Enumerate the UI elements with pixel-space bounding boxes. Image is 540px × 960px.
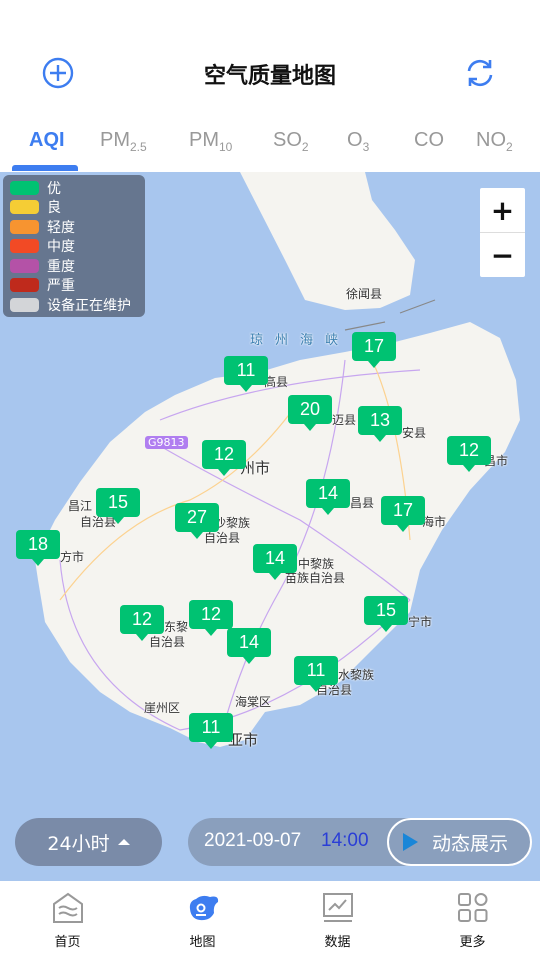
legend-swatch <box>10 278 39 293</box>
legend-swatch <box>10 297 39 312</box>
legend-swatch <box>10 180 39 195</box>
nav-label: 首页 <box>54 935 81 950</box>
play-icon <box>403 833 418 851</box>
map-view[interactable]: 徐闻县 琼州海峡 高县 迈县 安县 G9813 州市 昌市 昌江 自治县 沙黎族… <box>0 172 540 881</box>
sea-label: 琼州海峡 <box>250 333 351 348</box>
place-label: 崖州区 <box>144 701 181 715</box>
legend-label: 轻度 <box>47 219 75 236</box>
aqi-marker[interactable]: 18 <box>16 530 60 566</box>
legend-label: 严重 <box>47 278 75 295</box>
nav-label: 数据 <box>324 935 351 950</box>
chart-icon <box>322 893 353 922</box>
legend-item: 轻度 <box>10 217 145 237</box>
legend-swatch <box>10 239 39 254</box>
tab-aqi[interactable]: AQI <box>29 129 65 152</box>
tab-so2[interactable]: SO2 <box>273 129 309 154</box>
aqi-marker[interactable]: 27 <box>175 503 219 539</box>
aqi-marker[interactable]: 11 <box>294 656 338 692</box>
time-bar[interactable]: 2021-09-07 14:00 动态展示 <box>188 818 532 866</box>
legend-label: 良 <box>47 200 61 217</box>
pollutant-tabs: AQI PM2.5 PM10 SO2 O3 CO NO2 <box>0 115 540 172</box>
place-label: 迈县 <box>332 413 357 427</box>
tab-pm10[interactable]: PM10 <box>189 129 232 154</box>
place-label: 昌江 <box>68 499 93 513</box>
place-label: 海市 <box>422 515 447 529</box>
legend-item: 中度 <box>10 237 145 257</box>
legend-item: 优 <box>10 178 145 198</box>
aqi-marker[interactable]: 14 <box>306 479 350 515</box>
play-label: 动态展示 <box>432 832 509 855</box>
tab-no2[interactable]: NO2 <box>476 129 513 154</box>
caret-up-icon <box>117 839 130 845</box>
legend-label: 设备正在维护 <box>47 297 131 314</box>
time-range-label: 24小时 <box>47 832 110 855</box>
place-label: 方市 <box>60 550 85 564</box>
legend-label: 重度 <box>47 258 75 275</box>
home-icon <box>52 892 83 923</box>
aqi-marker[interactable]: 15 <box>364 596 408 632</box>
place-label: 海棠区 <box>235 695 272 709</box>
time-range-dropdown[interactable]: 24小时 <box>15 818 162 866</box>
legend-swatch <box>10 219 39 234</box>
place-label: 昌县 <box>350 496 375 510</box>
tab-o3[interactable]: O3 <box>347 129 369 154</box>
legend-label: 中度 <box>47 239 75 256</box>
aqi-marker[interactable]: 14 <box>253 544 297 580</box>
active-tab-indicator <box>12 165 78 171</box>
grid-icon <box>457 893 487 922</box>
place-label: 自治县 <box>149 635 186 649</box>
tab-pm25[interactable]: PM2.5 <box>100 129 147 154</box>
header: 空气质量地图 <box>0 0 540 115</box>
legend-swatch <box>10 200 39 215</box>
nav-map[interactable]: 地图 <box>135 881 270 960</box>
aqi-marker[interactable]: 12 <box>189 600 233 636</box>
zoom-control: + − <box>480 188 525 277</box>
map-icon <box>189 895 218 921</box>
aqi-marker[interactable]: 12 <box>202 440 246 476</box>
nav-data[interactable]: 数据 <box>270 881 405 960</box>
legend-swatch <box>10 258 39 273</box>
tab-co[interactable]: CO <box>414 129 444 152</box>
highway-badge: G9813 <box>145 436 188 449</box>
page-title: 空气质量地图 <box>203 64 336 89</box>
legend-item: 设备正在维护 <box>10 295 145 315</box>
aqi-marker[interactable]: 11 <box>189 713 233 749</box>
aqi-marker[interactable]: 15 <box>96 488 140 524</box>
nav-label: 更多 <box>459 935 486 950</box>
bottom-nav: 首页 地图 数据 更多 <box>0 881 540 960</box>
aqi-legend: 优良轻度中度重度严重设备正在维护 <box>3 175 145 317</box>
aqi-marker[interactable]: 17 <box>352 332 396 368</box>
aqi-marker[interactable]: 14 <box>227 628 271 664</box>
play-animation-button[interactable]: 动态展示 <box>387 818 532 866</box>
zoom-out-button[interactable]: − <box>480 233 525 277</box>
time-value: 14:00 <box>321 830 369 851</box>
place-label: 安县 <box>402 426 427 440</box>
refresh-icon[interactable] <box>463 56 497 90</box>
aqi-marker[interactable]: 13 <box>358 406 402 442</box>
nav-home[interactable]: 首页 <box>0 881 135 960</box>
zoom-in-button[interactable]: + <box>480 188 525 232</box>
legend-item: 良 <box>10 198 145 218</box>
place-label: 徐闻县 <box>346 287 383 301</box>
legend-item: 严重 <box>10 276 145 296</box>
nav-more[interactable]: 更多 <box>405 881 540 960</box>
aqi-marker[interactable]: 12 <box>447 436 491 472</box>
date-value: 2021-09-07 <box>204 830 302 851</box>
nav-label: 地图 <box>189 935 216 950</box>
aqi-marker[interactable]: 11 <box>224 356 268 392</box>
place-label: 宁市 <box>408 615 433 629</box>
aqi-marker[interactable]: 20 <box>288 395 332 431</box>
legend-label: 优 <box>47 180 61 197</box>
aqi-marker[interactable]: 17 <box>381 496 425 532</box>
aqi-marker[interactable]: 12 <box>120 605 164 641</box>
legend-item: 重度 <box>10 256 145 276</box>
